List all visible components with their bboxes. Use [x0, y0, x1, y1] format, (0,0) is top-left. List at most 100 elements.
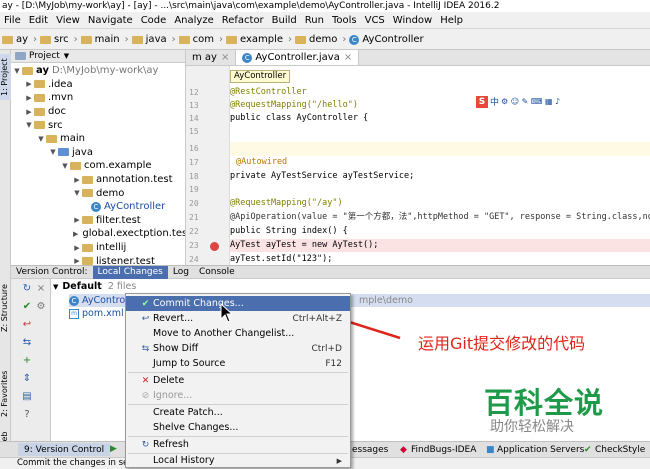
chevron-down-icon[interactable]: ▼: [64, 52, 69, 60]
settings-icon[interactable]: ⚙: [35, 301, 47, 313]
refresh-icon: ↻: [141, 439, 150, 450]
revert-icon[interactable]: ↩: [21, 319, 33, 331]
commit-icon[interactable]: ✔: [21, 301, 33, 313]
tree-item-listener-test[interactable]: ▶ listener.test: [11, 254, 185, 265]
tab-pom-ay[interactable]: m ay ×: [186, 50, 237, 65]
run-icon[interactable]: ▶: [110, 444, 117, 454]
tab-log[interactable]: Log: [168, 266, 194, 279]
collapse-arrow-icon[interactable]: ▶: [73, 230, 78, 238]
close-icon[interactable]: ×: [344, 52, 352, 63]
tab-console[interactable]: Console: [194, 266, 240, 279]
tab-version-control[interactable]: 9: Version Control: [18, 443, 111, 456]
crumb-java[interactable]: java: [131, 34, 167, 45]
menu-item-move-changelist[interactable]: Move to Another Changelist...: [126, 326, 350, 341]
help-icon[interactable]: ?: [21, 409, 33, 421]
menu-edit[interactable]: Edit: [25, 15, 52, 26]
menu-help[interactable]: Help: [436, 15, 467, 26]
menu-item-show-diff[interactable]: ⇆ Show Diff Ctrl+D: [126, 341, 350, 356]
menu-item-shelve-changes[interactable]: Shelve Changes...: [126, 420, 350, 435]
refresh-icon[interactable]: ↻: [21, 283, 33, 295]
menu-item-ignore[interactable]: ⊘ Ignore...: [126, 388, 350, 403]
tab-application-servers[interactable]: Application Servers: [497, 445, 584, 455]
close-icon[interactable]: ×: [35, 283, 47, 295]
tab-findbugs[interactable]: FindBugs-IDEA: [411, 445, 476, 455]
line-number: 18: [189, 172, 199, 181]
code-editor[interactable]: AyController @RestController @RequestMap…: [230, 66, 650, 265]
menu-view[interactable]: View: [52, 15, 84, 26]
expand-arrow-icon[interactable]: ▼: [73, 189, 81, 197]
tab-structure[interactable]: Z: Structure: [0, 280, 11, 336]
context-menu: ✔ Commit Changes... ↩ Revert... Ctrl+Alt+Z …: [125, 293, 351, 468]
tree-item-doc[interactable]: ▶ doc: [11, 105, 185, 119]
group-icon[interactable]: ▤: [21, 391, 33, 403]
expand-arrow-icon[interactable]: ▼: [61, 162, 69, 170]
menu-code[interactable]: Code: [137, 15, 171, 26]
menu-item-create-patch[interactable]: Create Patch...: [126, 405, 350, 420]
tree-item-filter-test[interactable]: ▶ filter.test: [11, 214, 185, 228]
crumb-ay[interactable]: ay: [2, 34, 28, 45]
menu-build[interactable]: Build: [268, 15, 301, 26]
tree-item-idea[interactable]: ▶ .idea: [11, 78, 185, 92]
expand-arrow-icon[interactable]: ▼: [53, 283, 58, 291]
tree-item-annotation-test[interactable]: ▶ annotation.test: [11, 173, 185, 187]
menu-refactor[interactable]: Refactor: [218, 15, 268, 26]
tree-item-global-exectption-test[interactable]: ▶ global.exectption.test: [11, 227, 185, 241]
menu-item-revert[interactable]: ↩ Revert... Ctrl+Alt+Z: [126, 311, 350, 326]
ime-toolbar[interactable]: S 中 ⚙ ☺ ✎ ⌨ ▦ ♪: [476, 95, 560, 108]
menu-run[interactable]: Run: [301, 15, 328, 26]
crumb-demo[interactable]: demo: [295, 34, 337, 45]
menu-item-local-history[interactable]: Local History ▶: [126, 454, 350, 467]
crumb-com[interactable]: com: [178, 34, 214, 45]
tree-item-intellij[interactable]: ▶ intellij: [11, 241, 185, 255]
collapse-arrow-icon[interactable]: ▶: [73, 216, 81, 224]
tab-favorites[interactable]: 2: Favorites: [0, 368, 11, 420]
tree-item-main[interactable]: ▼ main: [11, 132, 185, 146]
breadcrumb-separator: ›: [288, 34, 293, 45]
project-panel-header[interactable]: Project ▼: [11, 50, 185, 63]
tree-item-mvn[interactable]: ▶ .mvn: [11, 91, 185, 105]
tab-project[interactable]: 1: Project: [0, 54, 11, 100]
tree-item-ay[interactable]: ▼ ay D:\MyJob\my-work\ay: [11, 64, 185, 78]
tree-item-java[interactable]: ▼ java: [11, 146, 185, 160]
collapse-arrow-icon[interactable]: ▶: [73, 176, 81, 184]
tab-messages[interactable]: essages: [352, 445, 388, 455]
tab-aycontroller[interactable]: C AyController.java ×: [236, 50, 360, 65]
expand-arrow-icon[interactable]: ▼: [13, 67, 21, 75]
menu-item-delete[interactable]: ✕ Delete: [126, 373, 350, 388]
tree-item-com-example[interactable]: ▼ com.example: [11, 159, 185, 173]
list-item[interactable]: m pom.xml: [69, 308, 124, 319]
menu-file[interactable]: File: [0, 15, 25, 26]
diff-icon[interactable]: ⇆: [21, 337, 33, 349]
menu-item-refresh[interactable]: ↻ Refresh: [126, 437, 350, 452]
tree-item-demo[interactable]: ▼ demo: [11, 186, 185, 200]
menu-analyze[interactable]: Analyze: [170, 15, 217, 26]
expand-arrow-icon[interactable]: ▼: [25, 121, 33, 129]
collapse-arrow-icon[interactable]: ▶: [25, 94, 33, 102]
menu-navigate[interactable]: Navigate: [84, 15, 137, 26]
menu-item-jump-to-source[interactable]: Jump to Source F12: [126, 356, 350, 371]
changelist-default[interactable]: ▼ Default 2 files: [53, 281, 136, 292]
tree-item-aycontroller[interactable]: C AyController: [11, 200, 185, 214]
tree-item-src[interactable]: ▼ src: [11, 118, 185, 132]
breakpoint-icon[interactable]: [210, 242, 219, 251]
close-icon[interactable]: ×: [221, 52, 229, 63]
add-changelist-icon[interactable]: +: [21, 355, 33, 367]
expand-arrow-icon[interactable]: ▼: [37, 135, 45, 143]
collapse-arrow-icon[interactable]: ▶: [73, 257, 81, 265]
crumb-main[interactable]: main: [80, 34, 120, 45]
menu-vcs[interactable]: VCS: [361, 15, 389, 26]
tab-local-changes[interactable]: Local Changes: [92, 265, 168, 279]
crumb-aycontroller[interactable]: C AyController: [349, 34, 424, 45]
collapse-arrow-icon[interactable]: ▶: [73, 244, 81, 252]
folder-icon: [295, 35, 307, 44]
menu-window[interactable]: Window: [389, 15, 436, 26]
crumb-example[interactable]: example: [225, 34, 283, 45]
expand-all-icon[interactable]: ⇕: [21, 373, 33, 385]
tab-checkstyle[interactable]: CheckStyle: [595, 445, 645, 455]
crumb-src[interactable]: src: [40, 34, 69, 45]
collapse-arrow-icon[interactable]: ▶: [25, 108, 33, 116]
menu-tools[interactable]: Tools: [328, 15, 361, 26]
menu-item-commit-changes[interactable]: ✔ Commit Changes...: [126, 296, 350, 311]
collapse-arrow-icon[interactable]: ▶: [25, 80, 33, 88]
expand-arrow-icon[interactable]: ▼: [49, 148, 57, 156]
